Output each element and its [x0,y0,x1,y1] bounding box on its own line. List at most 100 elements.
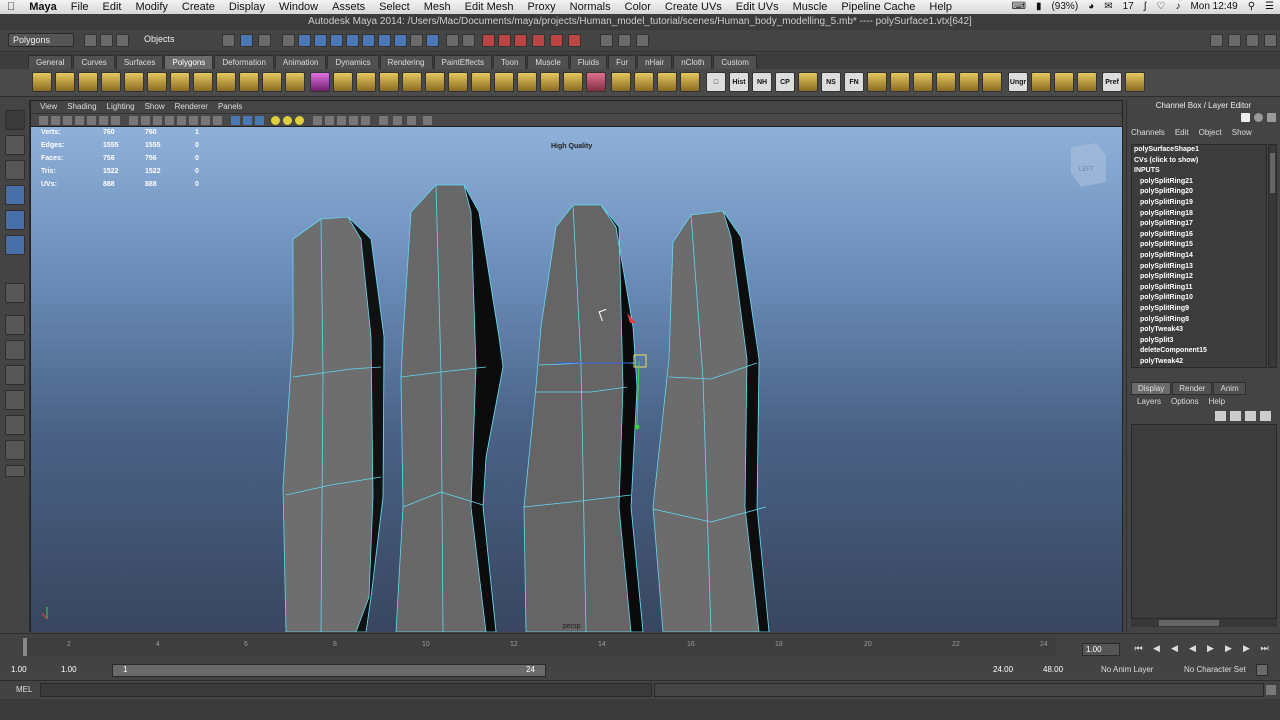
menu-select[interactable]: Select [372,0,417,14]
lock-icon[interactable] [1241,113,1250,122]
poly-cube-icon[interactable] [55,72,75,92]
menu-edit-uvs[interactable]: Edit UVs [729,0,786,14]
input-node[interactable]: polySplit3 [1132,336,1266,347]
render-view-icon[interactable] [568,34,581,47]
poly-plane-icon[interactable] [124,72,144,92]
menu-color[interactable]: Color [618,0,658,14]
pan-zoom-icon[interactable] [423,116,432,125]
select-deformations-icon[interactable] [346,34,359,47]
poly-pyramid-icon[interactable] [170,72,190,92]
safe-action-icon[interactable] [153,116,162,125]
shelf-tab-nhair[interactable]: nHair [637,55,673,69]
shelf-ungr-button[interactable]: Ungr [1008,72,1028,92]
layer-tab-render[interactable]: Render [1172,382,1213,395]
depth-of-field-icon[interactable] [379,116,388,125]
shelf-tool-j-icon[interactable] [1077,72,1097,92]
poly-extrude-icon[interactable] [425,72,445,92]
shelf-tab-polygons[interactable]: Polygons [164,55,214,69]
wireframe-icon[interactable] [177,116,186,125]
poly-separate-icon[interactable] [262,72,282,92]
menu-modify[interactable]: Modify [128,0,174,14]
go-to-end-icon[interactable]: ⏭ [1259,643,1270,654]
select-tool-icon[interactable] [5,110,25,130]
render-settings-icon[interactable] [636,34,649,47]
safe-title-icon[interactable] [165,116,174,125]
poly-bridge-icon[interactable] [448,72,468,92]
layer-list[interactable] [1131,424,1277,619]
select-joints-icon[interactable] [298,34,311,47]
input-node[interactable]: deleteComponent15 [1132,346,1266,357]
layout-single-icon[interactable] [5,315,25,335]
snap-curve-icon[interactable] [462,34,475,47]
command-language-label[interactable]: MEL [16,685,32,694]
poly-sculpt-icon[interactable] [586,72,606,92]
input-node[interactable]: polySplitRing8 [1132,315,1266,326]
shelf-tool-k-icon[interactable] [1125,72,1145,92]
settings-icon[interactable] [1254,113,1263,122]
viewport-menu-renderer[interactable]: Renderer [170,101,213,113]
select-surfaces-icon[interactable] [330,34,343,47]
poly-bevel-icon[interactable] [471,72,491,92]
camera-attributes-icon[interactable] [51,116,60,125]
menu-display[interactable]: Display [222,0,272,14]
input-node[interactable]: polySplitRing15 [1132,240,1266,251]
move-layer-down-icon[interactable] [1230,411,1241,421]
poly-cone-icon[interactable] [101,72,121,92]
poly-append-icon[interactable] [333,72,353,92]
shelf-fn-button[interactable]: FN [844,72,864,92]
current-time-marker[interactable] [23,638,27,656]
shelf-tab-fluids[interactable]: Fluids [569,55,608,69]
layer-horizontal-scrollbar[interactable] [1131,619,1277,627]
toggle-attribute-editor-icon[interactable] [1210,34,1223,47]
pin-icon[interactable] [1267,113,1276,122]
poly-torus-icon[interactable] [147,72,167,92]
menu-set-dropdown[interactable]: Polygons [8,33,74,47]
channel-box-scrollbar[interactable] [1268,144,1277,368]
ambient-occlusion-icon[interactable] [337,116,346,125]
clock[interactable]: Mon 12:49 [1190,0,1237,14]
select-rendering-icon[interactable] [378,34,391,47]
poly-insert-edge-loop-icon[interactable] [379,72,399,92]
motion-blur-icon[interactable] [349,116,358,125]
poly-fill-hole-icon[interactable] [540,72,560,92]
toggle-tool-settings-icon[interactable] [1228,34,1241,47]
time-ruler[interactable]: 2 4 6 8 10 12 14 16 18 20 22 24 [22,638,1056,656]
layout-more-icon[interactable] [5,465,25,477]
snap-point-icon[interactable] [482,34,495,47]
command-input[interactable] [40,683,652,697]
scale-tool-icon[interactable] [5,235,25,255]
new-scene-icon[interactable] [84,34,97,47]
shelf-tab-surfaces[interactable]: Surfaces [115,55,164,69]
paint-select-tool-icon[interactable] [5,160,25,180]
uv-editor-icon[interactable] [611,72,631,92]
x-ray-icon[interactable] [255,116,264,125]
current-frame-field[interactable]: 1.00 [1082,643,1120,656]
make-live-icon[interactable] [514,34,527,47]
viewport-layout-b-icon[interactable] [407,116,416,125]
construction-history-icon[interactable] [550,34,563,47]
poly-combine-icon[interactable] [239,72,259,92]
layout-hypershade-icon[interactable] [5,440,25,460]
channel-box-menu-edit[interactable]: Edit [1175,128,1189,137]
input-node[interactable]: polySplitRing12 [1132,272,1266,283]
menu-proxy[interactable]: Proxy [521,0,563,14]
lock-selection-icon[interactable] [410,34,423,47]
textured-icon[interactable] [243,116,252,125]
gate-mask-icon[interactable] [129,116,138,125]
apple-icon[interactable]:  [0,0,22,14]
viewport-layout-icon[interactable] [393,116,402,125]
channel-box-scroll-thumb[interactable] [1270,153,1275,193]
select-curves-icon[interactable] [314,34,327,47]
poly-offset-edge-loop-icon[interactable] [402,72,422,92]
menu-create[interactable]: Create [175,0,222,14]
shelf-tab-toon[interactable]: Toon [493,55,527,69]
menu-file[interactable]: File [64,0,96,14]
snap-view-plane-icon[interactable] [498,34,511,47]
flat-shade-icon[interactable] [201,116,210,125]
shelf-tool-g-icon[interactable] [982,72,1002,92]
battery-icon[interactable]: ▮ [1036,0,1042,14]
shelf-tab-dynamics[interactable]: Dynamics [327,55,379,69]
y-axis-manipulator[interactable] [636,360,640,428]
ipr-render-icon[interactable] [618,34,631,47]
input-node[interactable]: polySplitRing21 [1132,177,1266,188]
